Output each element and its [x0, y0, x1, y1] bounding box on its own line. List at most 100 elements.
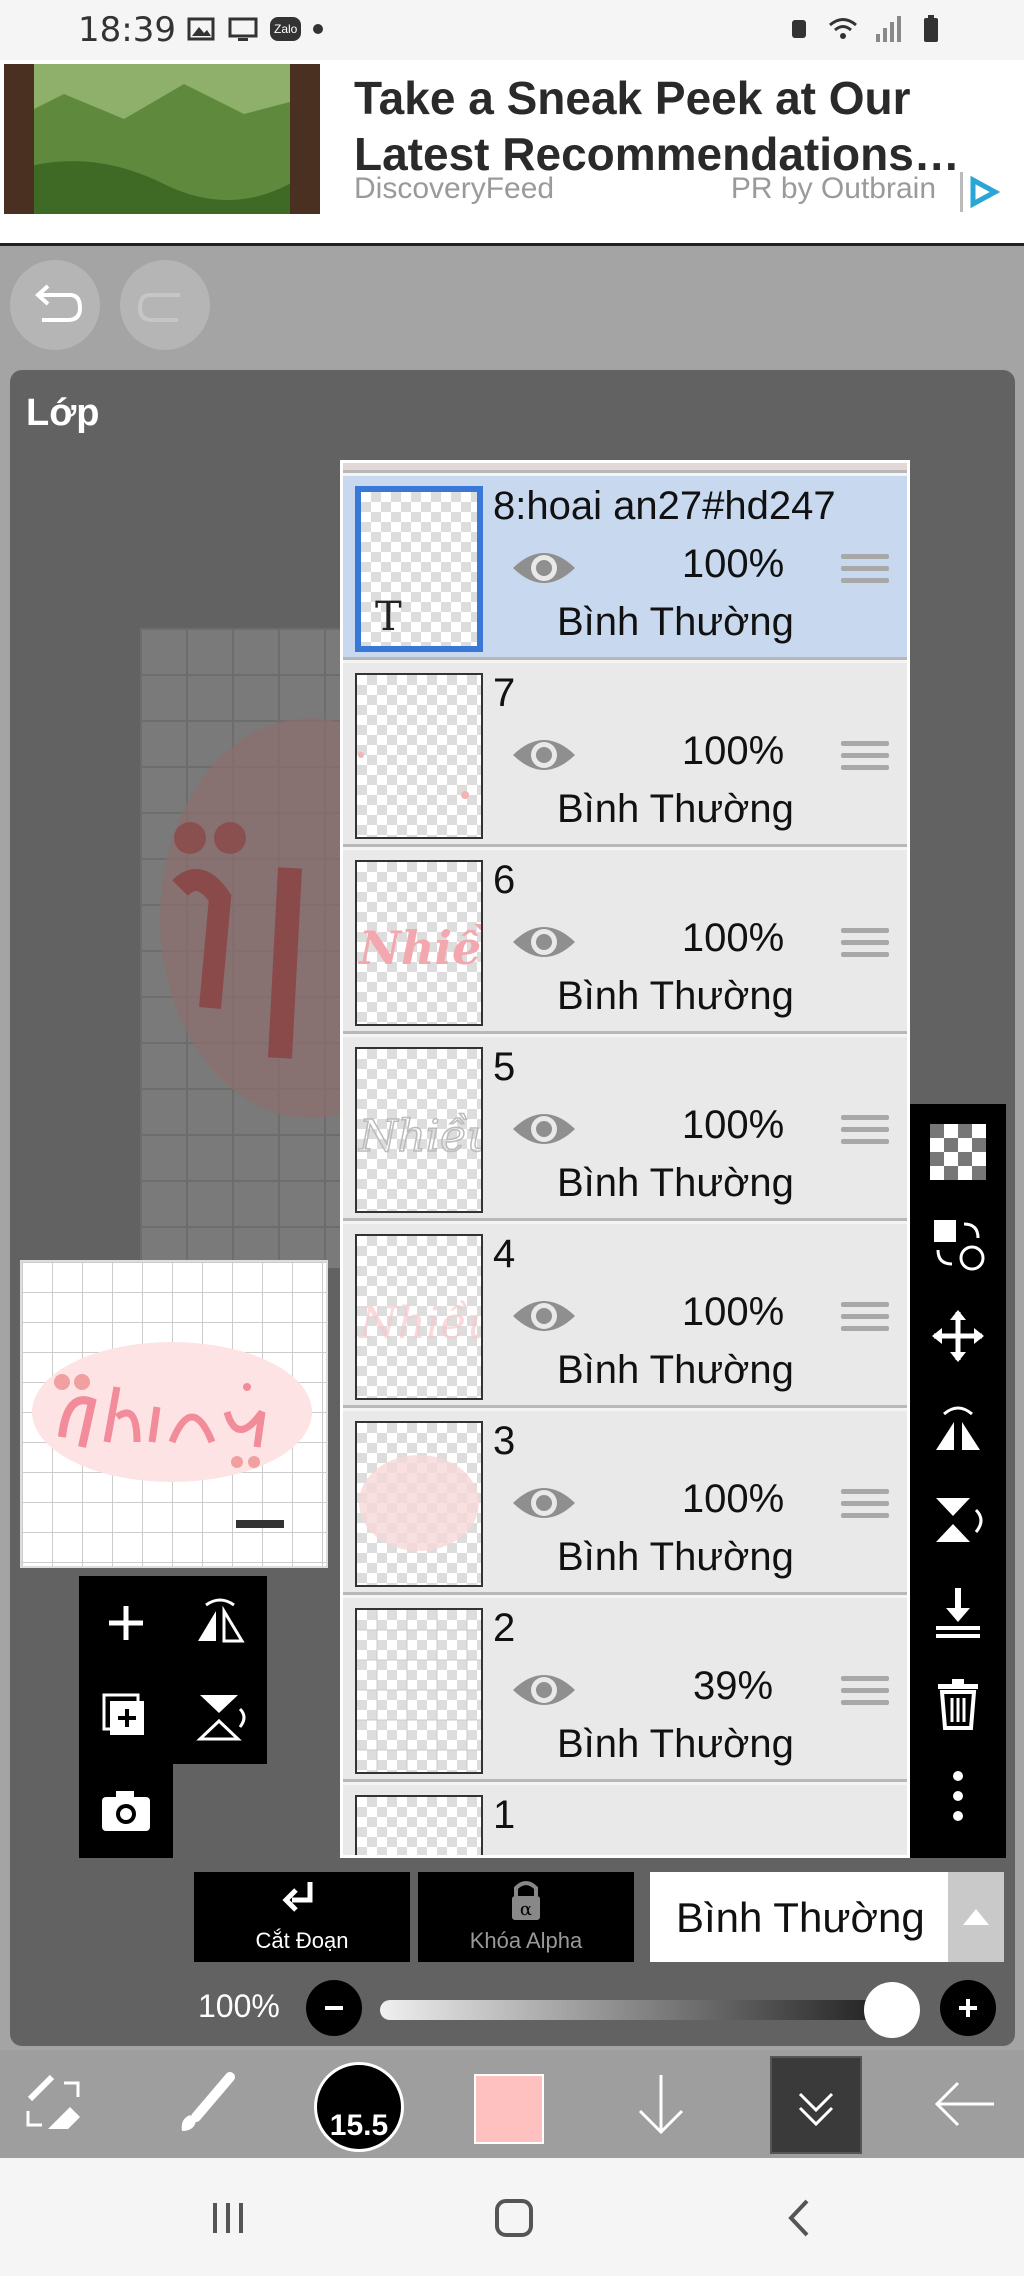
blend-mode-select[interactable]: Bình Thường	[650, 1872, 1004, 1962]
ad-title[interactable]: Take a Sneak Peek at Our Latest Recommen…	[354, 70, 994, 182]
flip-vertical-icon	[196, 1695, 246, 1741]
more-options-icon[interactable]	[928, 1766, 988, 1826]
opacity-decrease-button[interactable]	[306, 1980, 362, 2036]
visibility-eye-icon[interactable]	[509, 916, 579, 972]
clipping-label: Cắt Đoạn	[255, 1928, 349, 1953]
layer-name: 4	[493, 1232, 516, 1276]
swap-layer-icon[interactable]	[928, 1214, 988, 1274]
back-button[interactable]	[920, 2050, 1010, 2158]
drag-handle-icon[interactable]	[841, 1115, 889, 1151]
layer-blend-mode: Bình Thường	[557, 1722, 794, 1766]
color-swatch[interactable]	[474, 2074, 544, 2144]
layer-opacity: 100%	[681, 1103, 785, 1147]
brush-tool-button[interactable]	[160, 2050, 250, 2158]
flip-vertical-layer-button[interactable]	[173, 1670, 267, 1764]
chevron-left-icon	[788, 2199, 809, 2237]
layer-name: 8:hoai an27#hd247	[493, 484, 836, 528]
drag-handle-icon[interactable]	[841, 1302, 889, 1338]
move-icon[interactable]	[928, 1306, 988, 1366]
wifi-icon	[829, 18, 857, 39]
tool-switch-button[interactable]	[10, 2050, 100, 2158]
ad-banner[interactable]: Take a Sneak Peek at Our Latest Recommen…	[0, 60, 1024, 246]
opacity-slider[interactable]	[380, 2000, 920, 2020]
flip-horizontal-layer-button[interactable]	[173, 1576, 267, 1670]
layer-row[interactable]: Nhiều 5 100% Bình Thường	[343, 1037, 907, 1221]
layer-down-button[interactable]	[616, 2050, 706, 2158]
blend-mode-dropdown-icon[interactable]	[948, 1872, 1004, 1962]
zalo-icon: Zalo	[270, 17, 302, 41]
layer-blend-mode: Bình Thường	[557, 1535, 794, 1579]
ad-choices-icon[interactable]	[960, 172, 1006, 212]
brush-icon	[181, 2072, 235, 2131]
add-layer-button[interactable]	[79, 1576, 173, 1670]
merge-down-icon[interactable]	[928, 1582, 988, 1642]
add-copy-icon	[102, 1693, 144, 1735]
svg-text:α: α	[520, 1899, 532, 1920]
layer-row[interactable]: 7 100% Bình Thường	[343, 663, 907, 847]
layer-row[interactable]: 3 100% Bình Thường	[343, 1411, 907, 1595]
canvas-preview[interactable]	[20, 1260, 328, 1568]
drag-handle-icon[interactable]	[841, 554, 889, 590]
layer-thumbnail[interactable]	[355, 1608, 483, 1774]
flip-vertical-icon[interactable]	[928, 1490, 988, 1550]
duplicate-layer-button[interactable]	[79, 1670, 173, 1764]
ad-image[interactable]	[4, 64, 320, 214]
clipping-button[interactable]: Cắt Đoạn	[194, 1872, 410, 1962]
camera-button[interactable]	[79, 1764, 173, 1858]
layer-list[interactable]: T 8:hoai an27#hd247 100% Bình Thường 7 100% Bì…	[340, 460, 910, 1858]
layer-row[interactable]: Nhiều 4 100% Bình Thường	[343, 1224, 907, 1408]
brush-size-button[interactable]: 15.5	[314, 2062, 404, 2152]
layer-thumbnail[interactable]	[355, 1421, 483, 1587]
layer-thumbnail[interactable]: Nhiều	[355, 860, 515, 1026]
trash-icon[interactable]	[928, 1674, 988, 1734]
layers-button[interactable]	[770, 2056, 862, 2154]
battery-icon	[924, 15, 938, 42]
pen-eraser-switch-icon	[26, 2074, 80, 2129]
partially-hidden-layer-row[interactable]	[343, 463, 907, 473]
layer-thumbnail[interactable]	[355, 673, 483, 839]
drag-handle-icon[interactable]	[841, 1676, 889, 1712]
layer-name: 6	[493, 858, 516, 902]
layer-row[interactable]: 2 39% Bình Thường	[343, 1598, 907, 1782]
gallery-icon	[187, 17, 215, 41]
visibility-eye-icon[interactable]	[509, 1477, 579, 1533]
visibility-eye-icon[interactable]	[509, 1103, 579, 1159]
plus-icon	[109, 1606, 143, 1640]
transparency-checker-icon[interactable]	[928, 1122, 988, 1182]
recent-apps-button[interactable]	[188, 2178, 268, 2258]
ad-source: DiscoveryFeed	[354, 172, 555, 205]
system-back-button[interactable]	[760, 2178, 840, 2258]
layer-blend-mode: Bình Thường	[557, 1348, 794, 1392]
layer-thumbnail[interactable]: Nhiều	[355, 1047, 496, 1213]
layer-thumbnail[interactable]: Nhiều	[355, 1234, 495, 1400]
drag-handle-icon[interactable]	[841, 741, 889, 777]
alpha-lock-button[interactable]: α Khóa Alpha	[418, 1872, 634, 1962]
opacity-slider-thumb[interactable]	[864, 1982, 920, 2038]
redo-button[interactable]	[120, 260, 210, 350]
svg-text:Nhiều: Nhiều	[358, 1111, 481, 1162]
layer-row[interactable]: T 8:hoai an27#hd247 100% Bình Thường	[343, 476, 907, 660]
visibility-eye-icon[interactable]	[509, 729, 579, 785]
undo-button[interactable]	[10, 260, 100, 350]
flip-horizontal-icon[interactable]	[928, 1398, 988, 1458]
visibility-eye-icon[interactable]	[509, 542, 579, 598]
preview-artwork	[32, 1342, 312, 1528]
drag-handle-icon[interactable]	[841, 928, 889, 964]
notification-dot	[313, 24, 324, 34]
layer-name: 2	[493, 1606, 516, 1650]
undo-icon	[35, 284, 83, 322]
drag-handle-icon[interactable]	[841, 1489, 889, 1525]
visibility-eye-icon[interactable]	[509, 1290, 579, 1346]
alpha-lock-label: Khóa Alpha	[469, 1928, 583, 1953]
layer-row[interactable]: 1	[343, 1785, 907, 1855]
home-button[interactable]	[474, 2178, 554, 2258]
layer-name: 1	[493, 1793, 516, 1837]
svg-text:Nhiều: Nhiều	[357, 921, 481, 975]
status-time: 18:39	[78, 10, 176, 50]
visibility-eye-icon[interactable]	[509, 1664, 579, 1720]
layer-thumbnail[interactable]: T	[355, 486, 483, 652]
ad-pr-label[interactable]: PR by Outbrain	[731, 172, 936, 206]
opacity-increase-button[interactable]	[940, 1980, 996, 2036]
layer-row[interactable]: Nhiều 6 100% Bình Thường	[343, 850, 907, 1034]
layer-thumbnail[interactable]	[355, 1795, 483, 1855]
